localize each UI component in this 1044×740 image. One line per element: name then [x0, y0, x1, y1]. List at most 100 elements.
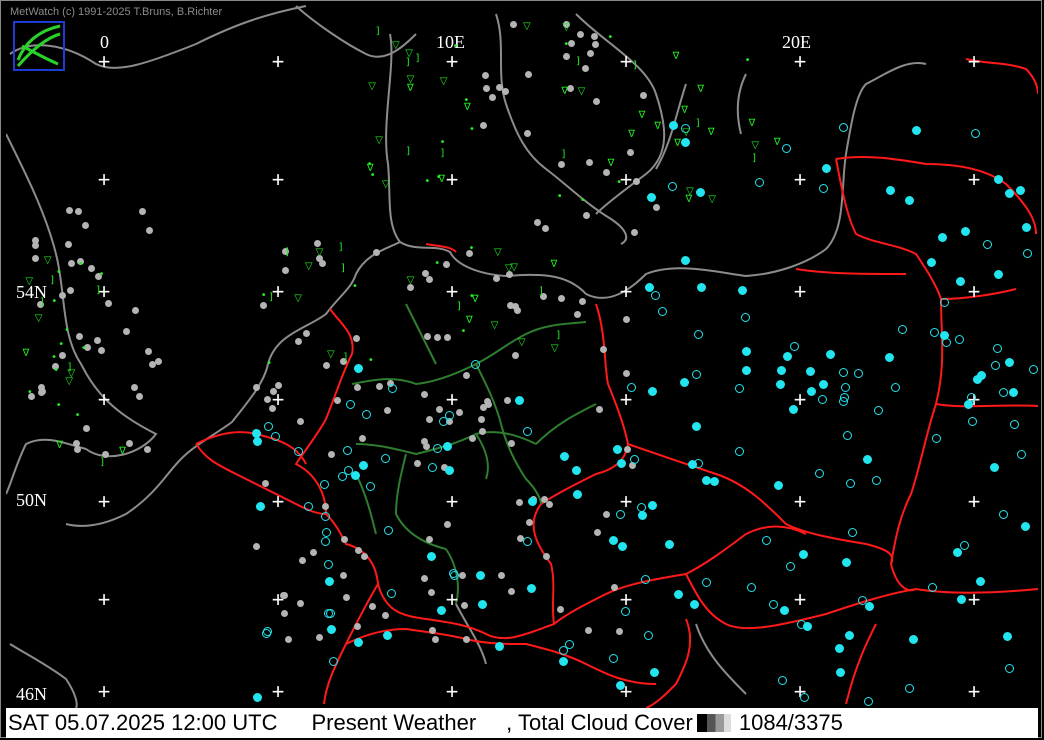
cloud-cover-symbol [621, 606, 631, 616]
cloud-cover-symbol [954, 334, 964, 344]
station-dot [507, 587, 515, 595]
weather-symbol: • [616, 177, 623, 189]
cloud-cover-symbol [695, 188, 705, 198]
cloud-cover-symbol [843, 430, 853, 440]
grid-cross: + [271, 49, 285, 74]
weather-map[interactable] [6, 4, 1038, 708]
cloud-cover-symbol [755, 177, 765, 187]
cloud-cover-symbol [789, 342, 799, 352]
station-dot [423, 333, 431, 341]
cloud-cover-symbol [1028, 364, 1038, 374]
cloud-cover-symbol [1008, 388, 1018, 398]
weather-symbol: ∇ [438, 174, 446, 186]
station-dot [354, 622, 362, 630]
station-dot [524, 71, 532, 79]
weather-symbol: ▽ [562, 21, 571, 33]
weather-symbol: • [579, 195, 586, 207]
station-dot [261, 480, 269, 488]
station-dot [525, 519, 533, 527]
grid-label-lat-50n: 50N [16, 490, 47, 510]
cloud-cover-symbol [650, 290, 660, 300]
cloud-cover-symbol [937, 233, 947, 243]
weather-symbol: ▽ [304, 261, 313, 273]
cloud-cover-symbol [817, 395, 827, 405]
cloud-cover-symbol [780, 605, 790, 615]
metwatch-logo-icon [12, 20, 66, 72]
station-dot [585, 158, 593, 166]
cloud-cover-symbol [821, 163, 831, 173]
weather-symbol: ▽ [439, 76, 448, 88]
weather-symbol: ▽ [493, 247, 502, 259]
cloud-cover-symbol [838, 396, 848, 406]
station-dot [595, 406, 603, 414]
cloud-cover-symbol [432, 443, 442, 453]
grid-cross: + [967, 49, 981, 74]
cloud-cover-symbol [841, 558, 851, 568]
station-dot [594, 528, 602, 536]
weather-symbol: • [55, 267, 62, 279]
station-dot [32, 236, 40, 244]
grid-cross: + [445, 679, 459, 704]
cloud-cover-symbol [1005, 663, 1015, 673]
weather-symbol: ∇ [707, 127, 715, 139]
station-dot [66, 287, 74, 295]
weather-symbol: ] [415, 52, 420, 64]
cloud-cover-symbol [1003, 631, 1013, 641]
cloud-cover-symbol [840, 382, 850, 392]
cloud-cover-symbol [680, 255, 690, 265]
status-layer-cloud-cover: , Total Cloud Cover [506, 710, 693, 735]
cloud-cover-symbol [679, 377, 689, 387]
grid-cross: + [271, 679, 285, 704]
weather-symbol: ▽ [751, 139, 760, 151]
weather-symbol: ∇ [638, 109, 646, 121]
cloud-cover-symbol [437, 605, 447, 615]
cloud-cover-symbol [911, 125, 921, 135]
weather-symbol: ▽ [34, 312, 43, 324]
cloud-cover-symbol [785, 562, 795, 572]
cloud-cover-symbol [959, 540, 969, 550]
weather-symbol: ▽ [326, 349, 335, 361]
cloud-cover-symbol [387, 383, 397, 393]
cloud-cover-symbol [354, 637, 364, 647]
grid-cross: + [793, 49, 807, 74]
station-dot [340, 535, 348, 543]
cloud-cover-symbol [252, 692, 262, 702]
station-dot [590, 33, 598, 41]
station-dot [557, 160, 565, 168]
weather-symbol: ▽ [577, 86, 586, 98]
station-dot [339, 572, 347, 580]
grid-cross: + [97, 679, 111, 704]
weather-symbol: • [53, 365, 60, 377]
grid-cross: + [967, 279, 981, 304]
station-dot [624, 445, 632, 453]
weather-symbol: ] [456, 300, 461, 312]
cloud-cover-symbol [616, 459, 626, 469]
weather-symbol: ▽ [375, 135, 383, 146]
station-dot [462, 635, 470, 643]
weather-symbol: • [51, 296, 58, 308]
weather-symbol: ∇ [681, 105, 688, 117]
station-dot [263, 395, 271, 403]
weather-symbol: • [468, 290, 475, 302]
station-dot [421, 270, 429, 278]
weather-symbol: • [468, 123, 475, 135]
weather-symbol: ] [338, 242, 343, 254]
weather-symbol: • [463, 95, 470, 107]
cloud-cover-symbol [526, 583, 536, 593]
weather-symbol: ] [695, 118, 700, 130]
weather-symbol: • [460, 325, 467, 337]
station-dot [489, 93, 497, 101]
cloud-cover-symbol [848, 527, 858, 537]
status-bar: SAT 05.07.2025 12:00 UTC Present Weather… [6, 708, 1038, 738]
station-dot [515, 498, 523, 506]
grid-cross: + [97, 587, 111, 612]
cloud-cover-symbol [319, 479, 329, 489]
station-dot [58, 291, 66, 299]
cloud-cover-legend-icon [696, 714, 731, 732]
weather-symbol: ∇ [628, 129, 635, 141]
weather-symbol: ∇ [550, 258, 558, 270]
cloud-cover-symbol [885, 352, 895, 362]
station-dot [558, 294, 566, 302]
station-dot [259, 301, 267, 309]
cloud-cover-symbol [746, 582, 756, 592]
